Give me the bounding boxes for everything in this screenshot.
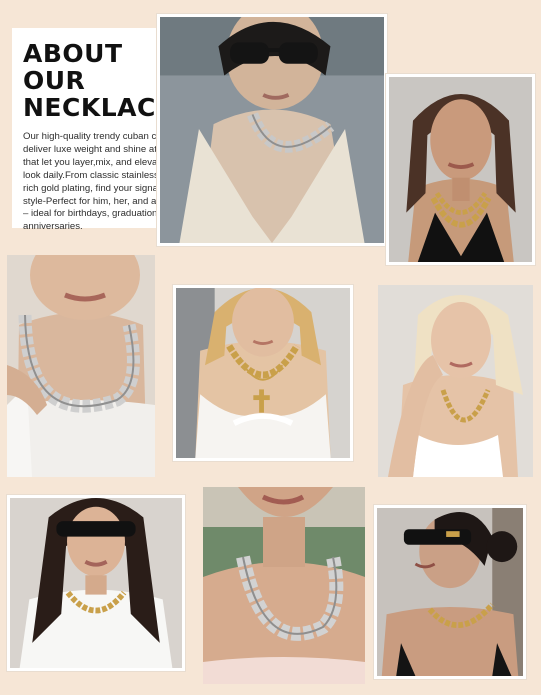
photo-gold-chain-sunglasses <box>7 495 185 671</box>
photo-silver-chain-strapless <box>203 487 365 684</box>
photo-gold-layered-chains <box>386 74 535 265</box>
photo-silver-chain-sunglasses <box>157 14 387 246</box>
photo-gold-chain-bun <box>374 505 526 679</box>
about-title-line1: ABOUT OUR <box>23 39 123 95</box>
photo-gold-chain-blonde <box>378 285 533 477</box>
photo-silver-chain-closeup <box>7 255 155 477</box>
photo-gold-chain-cross <box>173 285 353 461</box>
